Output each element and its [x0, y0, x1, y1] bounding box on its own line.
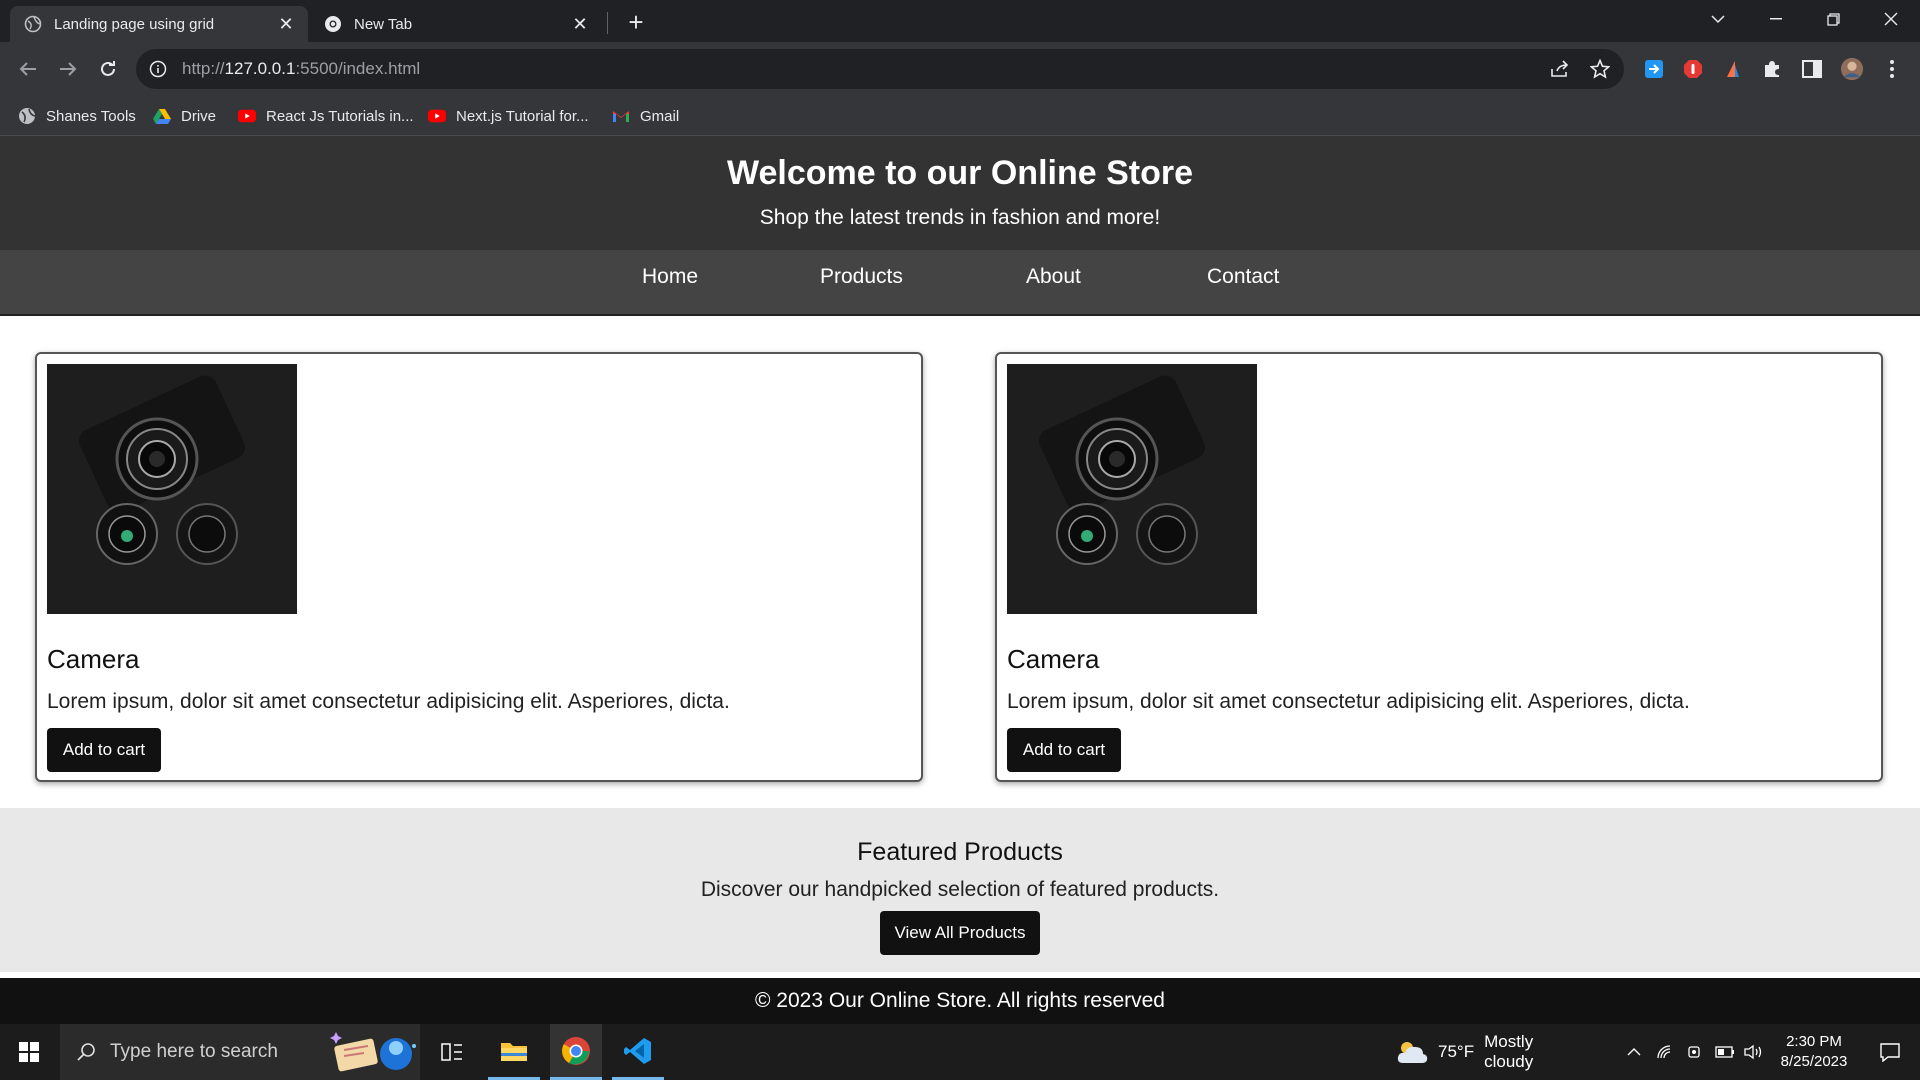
page-viewport: Welcome to our Online Store Shop the lat… [0, 136, 1920, 1024]
featured-title: Featured Products [857, 838, 1063, 866]
minimize-button[interactable] [1748, 0, 1804, 38]
clock-date: 8/25/2023 [1780, 1053, 1848, 1070]
close-tab-icon[interactable]: ✕ [570, 14, 590, 34]
battery-icon[interactable] [1712, 1024, 1738, 1080]
site-subtitle: Shop the latest trends in fashion and mo… [759, 206, 1161, 229]
site-info-icon[interactable] [148, 59, 168, 79]
site-nav: Home Products About Contact [0, 250, 1920, 316]
extension-translate-icon[interactable] [1642, 57, 1666, 81]
side-panel-icon[interactable] [1800, 57, 1824, 81]
reload-button[interactable] [92, 53, 124, 85]
clock[interactable]: 2:30 PM 8/25/2023 [1770, 1024, 1858, 1080]
restore-button[interactable] [1805, 0, 1861, 38]
address-bar[interactable]: http://127.0.0.1:5500/index.html [136, 49, 1624, 89]
volume-icon[interactable] [1740, 1024, 1766, 1080]
product-image-camera [47, 364, 297, 614]
bookmarks-bar: Shanes Tools Drive React Js Tutorials in… [0, 96, 1920, 136]
product-card: Camera Lorem ipsum, dolor sit amet conse… [995, 352, 1883, 782]
youtube-icon [428, 107, 446, 125]
browser-toolbar: http://127.0.0.1:5500/index.html [0, 42, 1920, 96]
youtube-icon [238, 107, 256, 125]
back-button[interactable] [12, 53, 44, 85]
bookmark-gmail[interactable]: Gmail [612, 96, 679, 136]
vscode-icon[interactable] [612, 1024, 664, 1080]
nav-link-contact[interactable]: Contact [1207, 265, 1279, 289]
search-highlight-icon [326, 1028, 416, 1076]
tab-title: Landing page using grid [54, 15, 215, 33]
weather-temperature: 75°F [1438, 1042, 1475, 1061]
site-footer: © 2023 Our Online Store. All rights rese… [0, 978, 1920, 1024]
weather-widget[interactable]: 75°F Mostly cloudy [1438, 1024, 1578, 1080]
task-view-icon[interactable] [428, 1024, 476, 1080]
bookmark-label: Gmail [640, 107, 680, 125]
browser-tab-bar: Landing page using grid ✕ New Tab ✕ + [0, 0, 1920, 42]
bookmark-label: React Js Tutorials in... [266, 107, 414, 125]
tab-search-chevron-icon[interactable] [1690, 0, 1746, 38]
weather-description: Mostly cloudy [1484, 1032, 1534, 1071]
product-image-camera [1007, 364, 1257, 614]
tab-landing-page[interactable]: Landing page using grid ✕ [10, 6, 308, 42]
meet-now-icon[interactable] [1682, 1024, 1708, 1080]
product-description: Lorem ipsum, dolor sit amet consectetur … [1007, 690, 1690, 713]
tab-title: New Tab [354, 15, 413, 33]
bookmark-shanes-tools[interactable]: Shanes Tools [18, 96, 136, 136]
search-placeholder: Type here to search [110, 1041, 278, 1062]
add-to-cart-button[interactable]: Add to cart [1007, 728, 1121, 772]
extensions-puzzle-icon[interactable] [1760, 57, 1784, 81]
tab-divider [607, 12, 608, 34]
close-window-button[interactable] [1863, 0, 1919, 38]
bookmark-nextjs-tutorial[interactable]: Next.js Tutorial for... [428, 96, 589, 136]
product-name: Camera [47, 644, 140, 674]
bookmark-label: Next.js Tutorial for... [456, 107, 589, 125]
globe-icon [18, 107, 36, 125]
featured-section: Featured Products Discover our handpicke… [0, 808, 1920, 972]
weather-cloud-icon[interactable] [1392, 1024, 1432, 1080]
extension-icon[interactable] [1721, 57, 1745, 81]
url-text: http://127.0.0.1:5500/index.html [182, 59, 421, 78]
network-icon[interactable] [1652, 1024, 1678, 1080]
gmail-icon [612, 107, 630, 125]
nav-link-products[interactable]: Products [820, 265, 903, 289]
add-to-cart-button[interactable]: Add to cart [47, 728, 161, 772]
tab-new-tab[interactable]: New Tab ✕ [310, 6, 602, 42]
windows-taskbar: Type here to search 75°F Mostly cloudy 2… [0, 1024, 1920, 1080]
profile-avatar[interactable] [1840, 57, 1864, 81]
nav-link-home[interactable]: Home [642, 265, 698, 289]
site-header: Welcome to our Online Store Shop the lat… [0, 136, 1920, 250]
close-tab-icon[interactable]: ✕ [276, 14, 296, 34]
browser-menu-icon[interactable] [1880, 57, 1904, 81]
footer-text: © 2023 Our Online Store. All rights rese… [754, 989, 1165, 1012]
share-icon[interactable] [1550, 59, 1570, 79]
bookmark-star-icon[interactable] [1590, 59, 1610, 79]
chrome-icon [324, 15, 342, 33]
new-tab-button[interactable]: + [622, 8, 650, 36]
chevron-up-icon[interactable] [1622, 1024, 1646, 1080]
product-description: Lorem ipsum, dolor sit amet consectetur … [47, 690, 730, 713]
taskbar-search-box[interactable]: Type here to search [60, 1024, 420, 1080]
file-explorer-icon[interactable] [488, 1024, 540, 1080]
windows-start-button[interactable] [0, 1024, 58, 1080]
chrome-taskbar-icon[interactable] [550, 1024, 602, 1080]
site-title: Welcome to our Online Store [727, 154, 1193, 192]
product-name: Camera [1007, 644, 1100, 674]
featured-text: Discover our handpicked selection of fea… [700, 878, 1220, 901]
extension-adblock-icon[interactable] [1681, 57, 1705, 81]
view-all-products-button[interactable]: View All Products [880, 911, 1040, 955]
bookmark-label: Drive [181, 107, 217, 125]
forward-button[interactable] [52, 53, 84, 85]
google-drive-icon [153, 107, 171, 125]
clock-time: 2:30 PM [1786, 1033, 1842, 1050]
bookmark-react-tutorials[interactable]: React Js Tutorials in... [238, 96, 414, 136]
product-card: Camera Lorem ipsum, dolor sit amet conse… [35, 352, 923, 782]
nav-link-about[interactable]: About [1026, 265, 1081, 289]
bookmark-label: Shanes Tools [46, 107, 136, 125]
bookmark-drive[interactable]: Drive [153, 96, 216, 136]
notification-center-icon[interactable] [1862, 1024, 1918, 1080]
globe-icon [24, 15, 42, 33]
search-icon [76, 1042, 96, 1062]
